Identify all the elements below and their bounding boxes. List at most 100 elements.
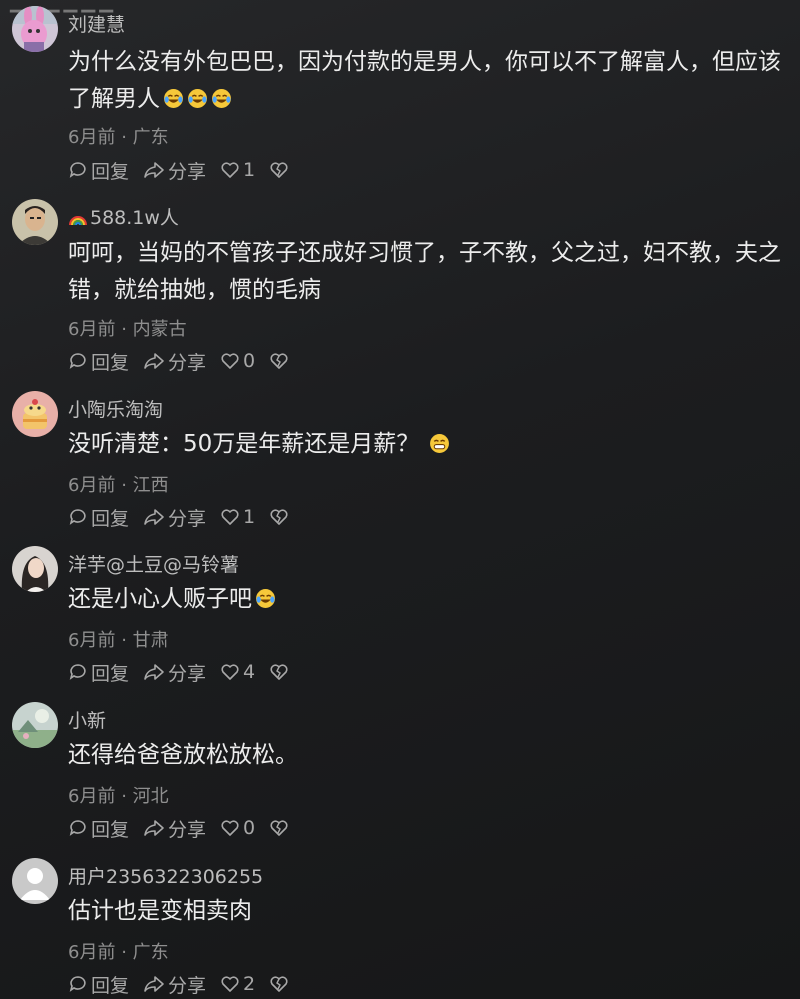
- reply-icon: [69, 976, 86, 992]
- comment-actions: 回复 分享 1: [68, 157, 306, 183]
- share-label: 分享: [168, 351, 207, 374]
- share-icon: [144, 509, 164, 525]
- pink-rabbit-avatar-icon[interactable]: [12, 6, 58, 52]
- default-user-avatar-icon[interactable]: [12, 858, 58, 904]
- like-button[interactable]: 0: [220, 350, 255, 372]
- comment-text: 还是小心人贩子吧: [68, 581, 793, 618]
- comment-actions: 回复 分享 2: [68, 971, 306, 997]
- comment-location: 内蒙古: [132, 319, 187, 340]
- meta-separator: ·: [121, 786, 127, 807]
- share-button[interactable]: 分享: [143, 157, 206, 184]
- comment-actions: 回复 分享 0: [68, 815, 306, 841]
- like-count: 2: [243, 973, 256, 995]
- landscape-avatar-icon[interactable]: [12, 702, 58, 748]
- share-button[interactable]: 分享: [143, 504, 206, 531]
- comment-text: 还得给爸爸放松放松。: [68, 737, 793, 774]
- laugh-cry-emoji: [256, 589, 275, 608]
- share-icon: [144, 353, 164, 369]
- share-button[interactable]: 分享: [143, 971, 206, 998]
- comment-username[interactable]: 小新: [68, 706, 106, 733]
- meta-separator: ·: [121, 942, 127, 963]
- share-label: 分享: [168, 974, 207, 997]
- man-portrait-avatar-icon[interactable]: [12, 199, 58, 245]
- comment-time: 6月前: [68, 942, 116, 963]
- comment-meta: 6月前 · 广东: [68, 938, 169, 964]
- heart-icon: [221, 353, 239, 369]
- broken-heart-icon: [270, 976, 288, 992]
- comment-meta: 6月前 · 江西: [68, 471, 169, 497]
- like-button[interactable]: 0: [220, 817, 255, 839]
- cartoon-cake-avatar-icon[interactable]: [12, 391, 58, 437]
- meta-separator: ·: [121, 127, 127, 148]
- comment-time: 6月前: [68, 475, 116, 496]
- comment-location: 河北: [132, 786, 169, 807]
- share-button[interactable]: 分享: [143, 659, 206, 686]
- comment-username[interactable]: 588.1w人: [68, 203, 179, 230]
- reply-button[interactable]: 回复: [68, 348, 129, 375]
- rainbow-emoji: [69, 216, 87, 226]
- share-button[interactable]: 分享: [143, 815, 206, 842]
- reply-button[interactable]: 回复: [68, 815, 129, 842]
- reply-label: 回复: [91, 507, 130, 530]
- dislike-button[interactable]: [269, 818, 292, 838]
- comment-text: 没听清楚：50万是年薪还是月薪？: [68, 426, 793, 463]
- reply-label: 回复: [91, 974, 130, 997]
- reply-icon: [69, 509, 86, 525]
- dislike-button[interactable]: [269, 160, 292, 180]
- comment-time: 6月前: [68, 786, 116, 807]
- reply-label: 回复: [91, 818, 130, 841]
- comment-username[interactable]: 小陶乐淘淘: [68, 395, 163, 422]
- comment-username[interactable]: 刘建慧: [68, 10, 125, 37]
- comment-time: 6月前: [68, 127, 116, 148]
- like-button[interactable]: 1: [220, 159, 255, 181]
- comment-meta: 6月前 · 河北: [68, 782, 169, 808]
- share-icon: [144, 976, 164, 992]
- dislike-button[interactable]: [269, 974, 292, 994]
- like-button[interactable]: 4: [220, 661, 255, 683]
- like-count: 0: [243, 817, 256, 839]
- dislike-button[interactable]: [269, 662, 292, 682]
- like-count: 1: [243, 506, 256, 528]
- comment-location: 江西: [132, 475, 169, 496]
- reply-icon: [69, 820, 86, 836]
- heart-icon: [221, 509, 239, 525]
- like-button[interactable]: 1: [220, 506, 255, 528]
- reply-button[interactable]: 回复: [68, 971, 129, 998]
- meta-separator: ·: [121, 475, 127, 496]
- comment-username[interactable]: 洋芋@土豆@马铃薯: [68, 550, 239, 577]
- broken-heart-icon: [270, 162, 288, 178]
- woman-portrait-avatar-icon[interactable]: [12, 546, 58, 592]
- like-count: 0: [243, 350, 256, 372]
- share-button[interactable]: 分享: [143, 348, 206, 375]
- reply-button[interactable]: 回复: [68, 659, 129, 686]
- share-label: 分享: [168, 160, 207, 183]
- reply-icon: [69, 353, 86, 369]
- comment-time: 6月前: [68, 319, 116, 340]
- comment-text-body: 估计也是变相卖肉: [68, 898, 252, 924]
- comment-time: 6月前: [68, 630, 116, 651]
- dislike-button[interactable]: [269, 351, 292, 371]
- share-icon: [144, 664, 164, 680]
- reply-button[interactable]: 回复: [68, 504, 129, 531]
- dislike-button[interactable]: [269, 507, 292, 527]
- reply-button[interactable]: 回复: [68, 157, 129, 184]
- grin-emoji: [430, 434, 450, 453]
- share-label: 分享: [168, 662, 207, 685]
- comment-meta: 6月前 · 甘肃: [68, 626, 169, 652]
- comment-text-body: 没听清楚：50万是年薪还是月薪？: [68, 431, 420, 457]
- comment-text-body: 还得给爸爸放松放松。: [68, 742, 298, 768]
- heart-icon: [221, 664, 239, 680]
- like-count: 4: [243, 661, 256, 683]
- comment-text: 为什么没有外包巴巴，因为付款的是男人，你可以不了解富人，但应该了解男人: [68, 44, 793, 118]
- laugh-cry-emoji: [164, 89, 183, 108]
- reply-label: 回复: [91, 351, 130, 374]
- heart-icon: [221, 976, 239, 992]
- comment-text-body: 还是小心人贩子吧: [68, 586, 252, 612]
- meta-separator: ·: [121, 630, 127, 651]
- comment-username[interactable]: 用户2356322306255: [68, 862, 263, 889]
- comment-actions: 回复 分享 1: [68, 504, 306, 530]
- like-button[interactable]: 2: [220, 973, 255, 995]
- comment-meta: 6月前 · 内蒙古: [68, 315, 187, 341]
- comment-location: 广东: [132, 127, 169, 148]
- broken-heart-icon: [270, 353, 288, 369]
